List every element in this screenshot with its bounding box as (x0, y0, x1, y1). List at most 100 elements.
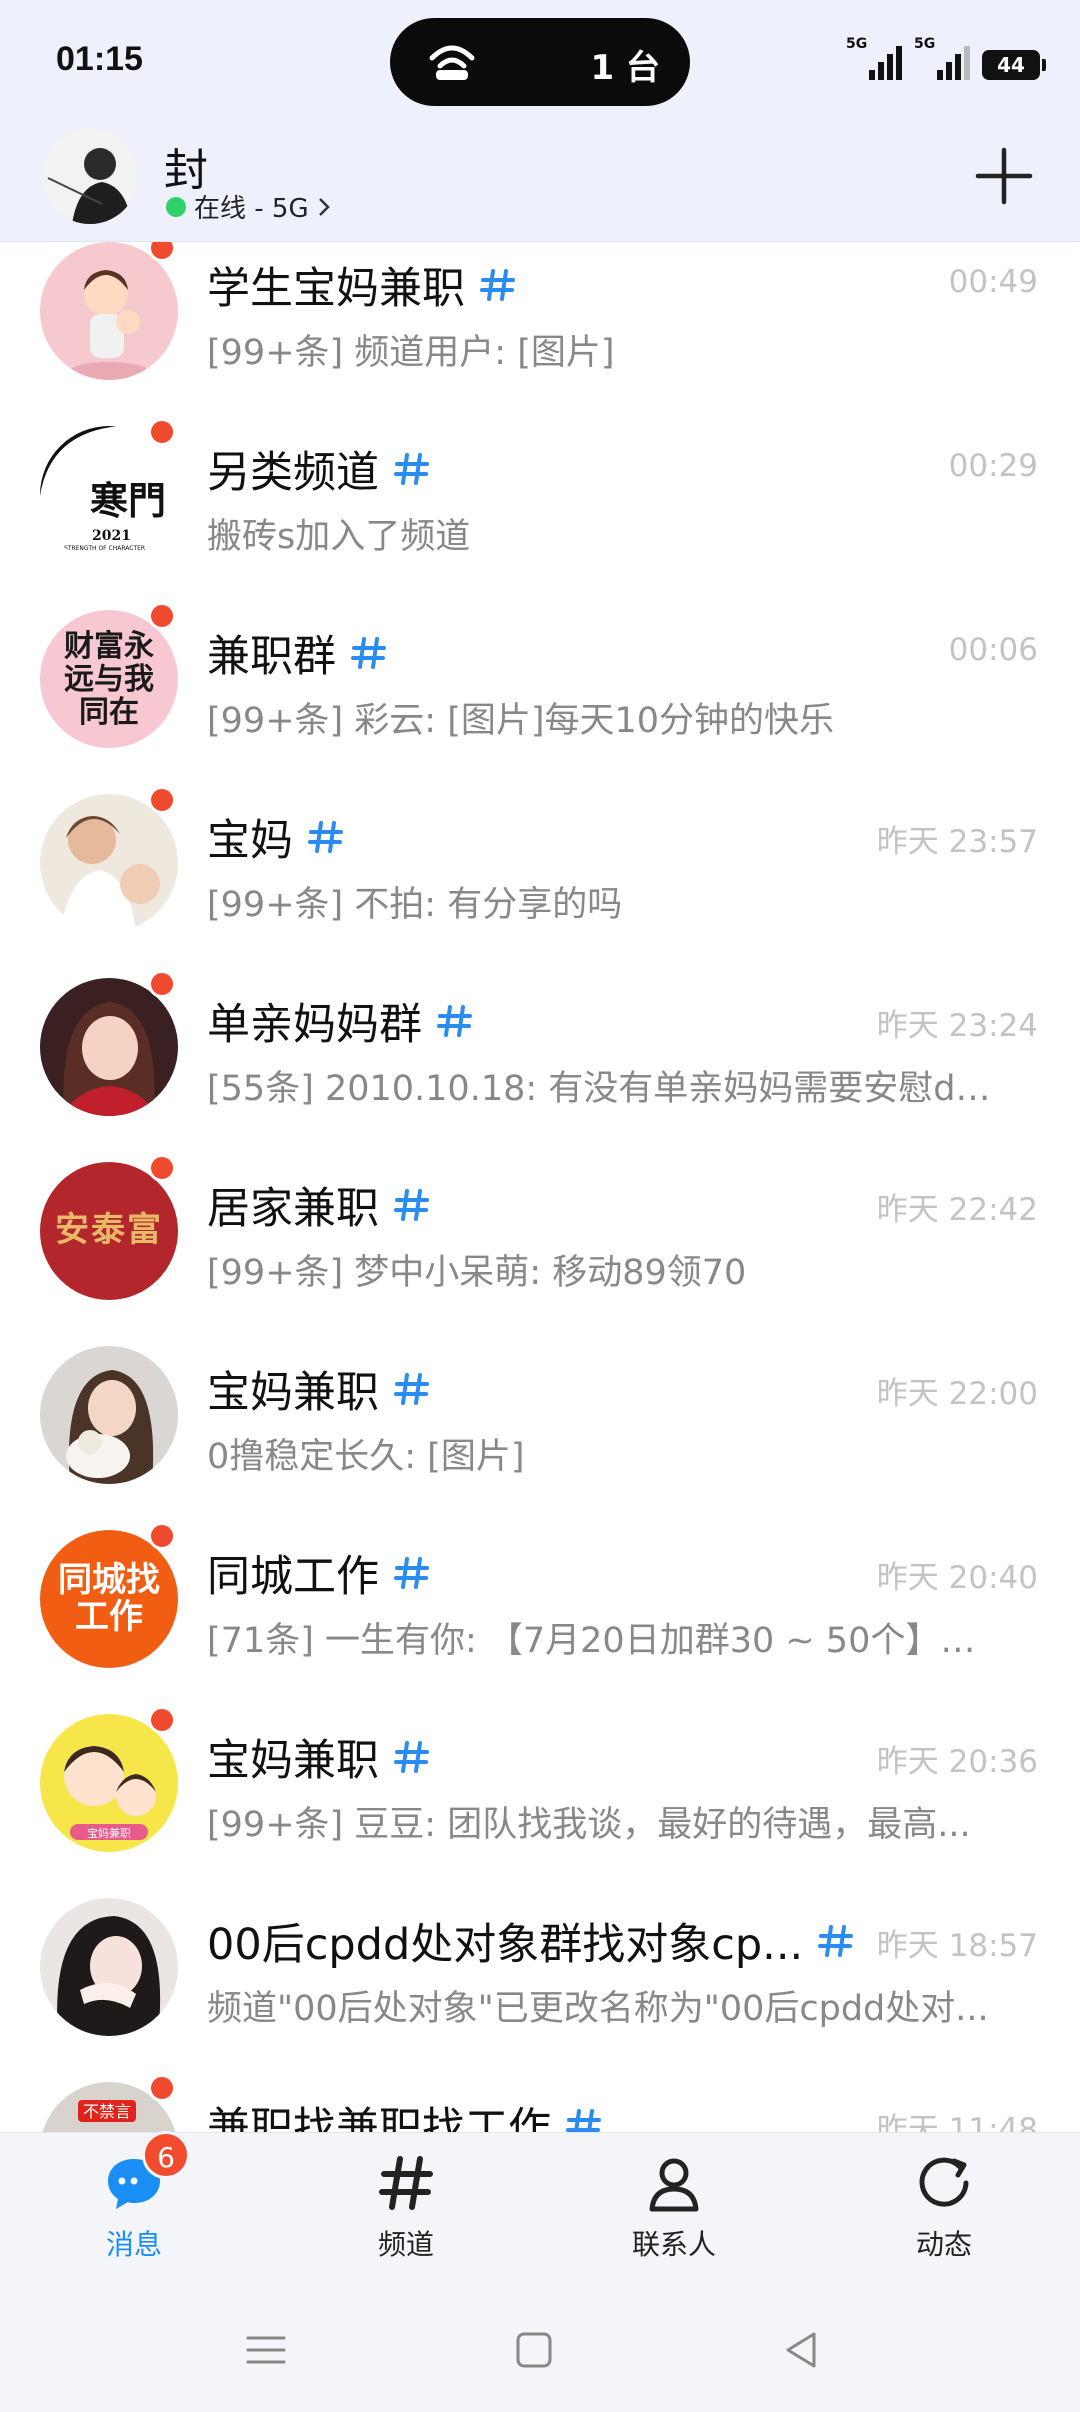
chat-title: 学生宝妈兼职 (207, 254, 517, 316)
chevron-right-icon (318, 197, 330, 216)
avatar-caption: STRENGTH OF CHARACTER (64, 545, 145, 552)
chat-title: 兼职找兼职找工作 (207, 2094, 603, 2132)
chat-time: 昨天 23:24 (876, 1008, 1038, 1044)
chat-avatar (40, 794, 178, 932)
moments-icon (919, 2157, 969, 2207)
chat-title: 宝妈兼职 (207, 1726, 431, 1788)
unread-dot (148, 786, 176, 814)
channel-hash-icon (351, 637, 386, 669)
list-item[interactable]: 学生宝妈兼职 00:49 [99+条] 频道用户: [图片] (0, 242, 1080, 408)
unread-dot (148, 418, 176, 446)
chat-title: 00后cpdd处对象群找对象cp... (207, 1910, 855, 1972)
add-button[interactable] (972, 144, 1036, 208)
avatar-caption: 2021 (92, 528, 131, 544)
online-status[interactable]: 在线 - 5G (166, 188, 331, 225)
chat-title: 同城工作 (207, 1542, 431, 1604)
contacts-icon (649, 2158, 699, 2212)
tab-messages[interactable]: 6 消息 (34, 2131, 234, 2273)
status-text: 在线 - 5G (194, 194, 309, 224)
status-icons: 5G 5G 44 (846, 36, 1046, 80)
chat-preview: 频道"00后处对象"已更改名称为"00后cpdd处对... (207, 1989, 989, 2029)
list-item[interactable]: 单亲妈妈群 昨天 23:24 [55条] 2010.10.18: 有没有单亲妈妈… (0, 960, 1080, 1144)
home-icon[interactable] (510, 2326, 558, 2374)
chat-time: 昨天 23:57 (876, 824, 1038, 860)
list-item[interactable]: 宝妈 昨天 23:57 [99+条] 不拍: 有分享的吗 (0, 776, 1080, 960)
chat-preview: [99+条] 彩云: [图片]每天10分钟的快乐 (207, 701, 835, 741)
tab-label: 联系人 (631, 2228, 716, 2261)
device-count: 1 台 (590, 48, 661, 88)
chat-time: 昨天 18:57 (876, 1928, 1038, 1964)
system-nav-bar (0, 2292, 1080, 2412)
chat-title: 单亲妈妈群 (207, 990, 474, 1052)
list-item[interactable]: Gathering is a fire 寒門 2021 STRENGTH OF … (0, 408, 1080, 592)
tab-channels[interactable]: 频道 (306, 2153, 506, 2273)
chat-title: 另类频道 (207, 438, 431, 500)
status-bar: 01:15 1 台 5G 5G 44 (0, 0, 1080, 122)
channel-hash-icon (394, 1557, 429, 1589)
chat-preview: [99+条] 梦中小呆萌: 移动89领70 (207, 1253, 747, 1293)
unread-dot (148, 1154, 176, 1182)
channel-hash-icon (480, 269, 515, 301)
channel-hash-icon (818, 1925, 854, 1957)
unread-dot (148, 2074, 176, 2102)
bottom-tab-bar: 6 消息 频道 联系人 动态 (0, 2131, 1080, 2292)
my-avatar[interactable] (42, 128, 138, 224)
channel-hash-icon (394, 1373, 429, 1405)
chat-avatar (40, 242, 178, 380)
chat-title: 居家兼职 (207, 1174, 431, 1236)
app-header: 封 在线 - 5G (0, 122, 1080, 242)
chat-time: 昨天 20:40 (876, 1560, 1038, 1596)
chat-avatar: Gathering is a fire 寒門 2021 STRENGTH OF … (40, 426, 178, 564)
chat-avatar (40, 1898, 178, 2036)
chat-preview: 搬砖s加入了频道 (207, 517, 471, 557)
chat-avatar (40, 1346, 178, 1484)
chat-list[interactable]: 学生宝妈兼职 00:49 [99+条] 频道用户: [图片] Gathering… (0, 242, 1080, 2132)
clock: 01:15 (56, 40, 143, 78)
back-icon[interactable] (778, 2326, 826, 2374)
chat-avatar: 宝妈兼职 (40, 1714, 178, 1852)
chat-title: 宝妈兼职 (207, 1358, 431, 1420)
channel-hash-icon (308, 821, 343, 853)
dynamic-island[interactable]: 1 台 (390, 18, 690, 106)
channel-hash-icon (394, 1741, 429, 1773)
chat-time: 昨天 20:36 (876, 1744, 1038, 1780)
channel-hash-icon (379, 2156, 433, 2210)
avatar-caption: 寒門 (90, 478, 166, 523)
chat-preview: [99+条] 豆豆: 团队找我谈，最好的待遇，最高... (207, 1805, 971, 1845)
battery-icon: 44 (982, 50, 1046, 80)
tab-contacts[interactable]: 联系人 (574, 2153, 774, 2273)
chat-time: 00:49 (948, 264, 1038, 300)
chat-avatar (40, 978, 178, 1116)
chat-time: 昨天 22:00 (876, 1376, 1038, 1412)
list-item[interactable]: 宝妈兼职 宝妈兼职 昨天 20:36 [99+条] 豆豆: 团队找我谈，最好的待… (0, 1696, 1080, 1880)
tab-label: 频道 (377, 2228, 434, 2261)
list-item[interactable]: 财富永远与我同在 兼职群 00:06 [99+条] 彩云: [图片]每天10分钟… (0, 592, 1080, 776)
list-item[interactable]: 00后cpdd处对象群找对象cp... 昨天 18:57 频道"00后处对象"已… (0, 1880, 1080, 2064)
chat-time: 00:06 (948, 632, 1038, 668)
chat-avatar: 安泰富 (40, 1162, 178, 1300)
list-item[interactable]: 安泰富 居家兼职 昨天 22:42 [99+条] 梦中小呆萌: 移动89领70 (0, 1144, 1080, 1328)
channel-hash-icon (566, 2109, 601, 2132)
avatar-caption: 宝妈兼职 (87, 1826, 131, 1840)
avatar-caption: 不禁言 (83, 2102, 131, 2121)
chat-preview: [55条] 2010.10.18: 有没有单亲妈妈需要安慰dd... (207, 1069, 1007, 1109)
list-item[interactable]: 同城找工作 同城工作 昨天 20:40 [71条] 一生有你: 【7月20日加群… (0, 1512, 1080, 1696)
hotspot-icon (429, 45, 475, 80)
unread-dot (148, 970, 176, 998)
signal-icon: 5G (846, 36, 902, 80)
unread-count-badge: 6 (142, 2131, 190, 2179)
channel-hash-icon (394, 1189, 429, 1221)
chat-time: 00:29 (948, 448, 1038, 484)
chat-preview: [99+条] 频道用户: [图片] (207, 333, 615, 373)
signal-icon: 5G (914, 36, 970, 80)
tab-moments[interactable]: 动态 (844, 2153, 1044, 2273)
unread-dot (148, 602, 176, 630)
unread-dot (148, 1522, 176, 1550)
menu-icon[interactable] (242, 2326, 290, 2374)
chat-preview: [71条] 一生有你: 【7月20日加群30 ~ 50个】每... (207, 1621, 1007, 1661)
channel-hash-icon (394, 453, 429, 485)
list-item[interactable]: 宝妈兼职 昨天 22:00 0撸稳定长久: [图片] (0, 1328, 1080, 1512)
list-item[interactable]: 不禁言 兼职找兼职找工作 昨天 11:48 (0, 2064, 1080, 2132)
chat-avatar: 财富永远与我同在 (40, 610, 178, 748)
chat-avatar: 同城找工作 (40, 1530, 178, 1668)
